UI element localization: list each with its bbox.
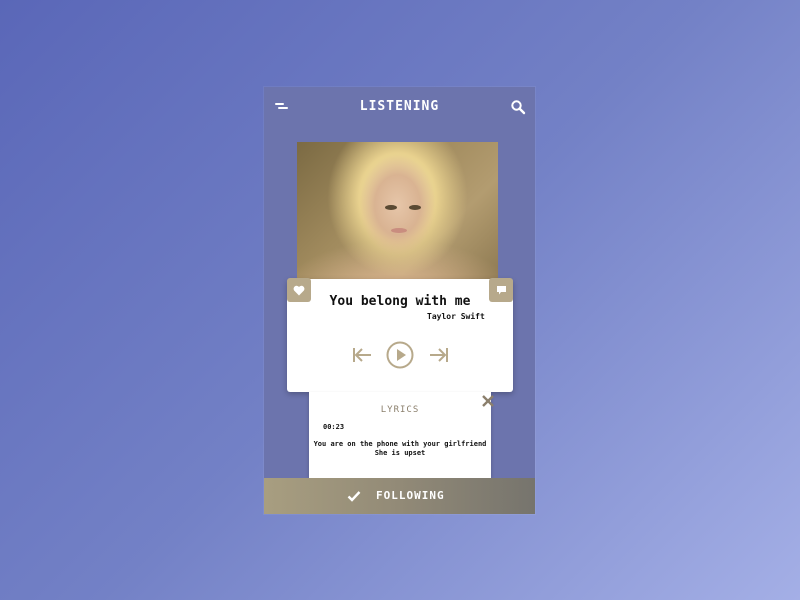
lyric-line: She is upset [374,449,426,457]
artist-name: Taylor Swift [427,312,485,321]
play-icon[interactable] [386,341,414,369]
song-title: You belong with me [329,294,471,309]
following-button[interactable]: FOLLOWING [264,478,535,514]
close-icon[interactable] [481,394,495,408]
following-label: FOLLOWING [376,489,445,502]
lyrics-timestamp: 00:23 [323,423,345,431]
playback-controls [287,341,513,371]
now-playing-card: You belong with me Taylor Swift [287,278,513,392]
skip-forward-icon[interactable] [429,347,449,363]
page-title: LISTENING [359,99,440,114]
lyrics-title: LYRICS [380,405,420,415]
skip-back-icon[interactable] [352,347,372,363]
lyrics-panel: LYRICS 00:23 You are on the phone with y… [309,392,494,478]
music-player-window: LISTENING You belong with me Taylor Swif… [264,87,535,514]
lyrics-text: You are on the phone with your girlfrien… [309,440,491,458]
album-art [297,142,498,279]
lyric-line: You are on the phone with your girlfrien… [313,440,487,448]
search-icon[interactable] [510,99,526,115]
top-bar: LISTENING [264,87,535,127]
check-icon [347,491,361,502]
